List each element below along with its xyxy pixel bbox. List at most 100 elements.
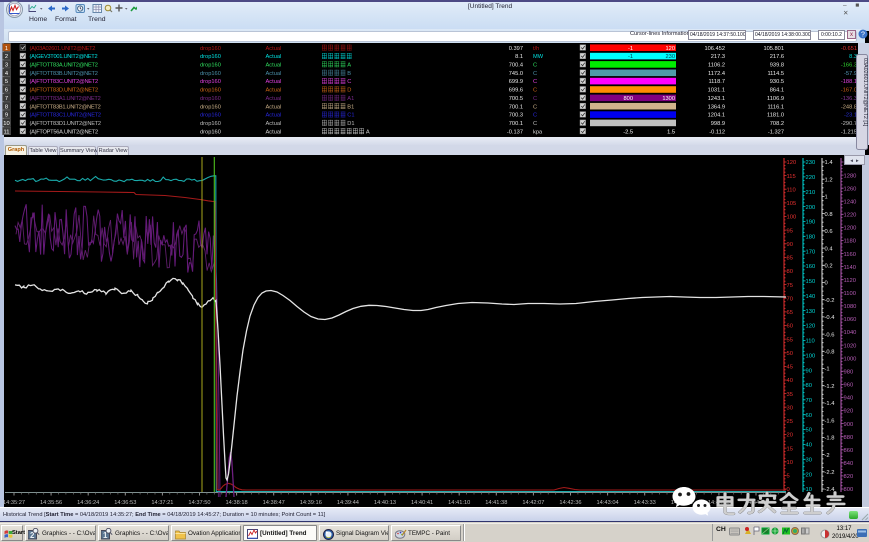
svg-text:drop160: drop160: [200, 63, 221, 69]
svg-text:1120: 1120: [844, 278, 856, 284]
svg-text:700.5: 700.5: [509, 96, 523, 102]
svg-text:(A)FTOTT83D.UNIT2@NET2: (A)FTOTT83D.UNIT2@NET2: [30, 88, 99, 94]
svg-text:10: 10: [3, 121, 9, 127]
svg-text:3: 3: [5, 63, 8, 69]
svg-text:-0.4: -0.4: [825, 315, 836, 321]
svg-text:drop160: drop160: [200, 79, 221, 85]
svg-text:150: 150: [806, 279, 816, 285]
svg-text:1: 1: [825, 195, 828, 201]
svg-text:-1.215: -1.215: [841, 129, 857, 135]
svg-text:60: 60: [787, 324, 793, 330]
svg-text:7: 7: [5, 96, 8, 102]
svg-text:70: 70: [787, 296, 793, 302]
svg-text:860: 860: [844, 448, 854, 454]
svg-text:14:40:41: 14:40:41: [411, 500, 433, 506]
svg-text:115: 115: [787, 174, 796, 180]
svg-text:drop160: drop160: [200, 113, 221, 119]
svg-text:900: 900: [844, 422, 854, 428]
svg-text:-1.8: -1.8: [825, 436, 835, 442]
svg-text:1106.2: 1106.2: [708, 63, 725, 69]
svg-text:80: 80: [806, 383, 812, 389]
svg-text:11: 11: [3, 129, 9, 135]
svg-text:C1: C1: [347, 113, 354, 119]
svg-text:1.2: 1.2: [825, 177, 833, 183]
svg-text:1: 1: [5, 46, 8, 52]
svg-text:D1: D1: [347, 121, 354, 127]
svg-text:14:40:13: 14:40:13: [374, 500, 396, 506]
svg-text:drop160: drop160: [200, 121, 221, 127]
svg-text:1181.0: 1181.0: [767, 113, 784, 119]
svg-text:1140: 1140: [844, 265, 856, 271]
svg-text:(A)FTOPT56A.UNIT2@NET2: (A)FTOPT56A.UNIT2@NET2: [30, 129, 99, 135]
svg-text:Actual: Actual: [266, 104, 282, 110]
svg-text:14:35:56: 14:35:56: [40, 500, 62, 506]
svg-text:5: 5: [5, 79, 8, 85]
svg-text:745.0: 745.0: [509, 71, 523, 77]
svg-text:-1.4: -1.4: [825, 401, 836, 407]
svg-text:1280: 1280: [844, 173, 857, 179]
svg-text:14:38:47: 14:38:47: [263, 500, 285, 506]
svg-text:1240: 1240: [844, 199, 857, 205]
svg-text:drop160: drop160: [200, 46, 221, 52]
svg-text:-0.8: -0.8: [825, 350, 835, 356]
svg-text:0.6: 0.6: [825, 229, 833, 235]
svg-text:217.3: 217.3: [711, 54, 725, 60]
svg-text:14:39:16: 14:39:16: [300, 500, 322, 506]
svg-text:-0.6: -0.6: [825, 332, 835, 338]
svg-text:90: 90: [787, 242, 793, 248]
svg-text:14:41:10: 14:41:10: [448, 500, 470, 506]
svg-text:1260: 1260: [844, 186, 857, 192]
svg-text:-167.0: -167.0: [841, 88, 857, 94]
svg-text:100: 100: [787, 215, 797, 221]
svg-text:80: 80: [787, 269, 793, 275]
svg-text:t/h: t/h: [533, 46, 539, 52]
svg-text:1060: 1060: [844, 317, 857, 323]
svg-text:C: C: [533, 63, 537, 69]
svg-text:939.8: 939.8: [770, 63, 784, 69]
svg-text:Actual: Actual: [266, 113, 282, 119]
svg-text:1300: 1300: [662, 96, 675, 102]
svg-text:1364.9: 1364.9: [708, 104, 725, 110]
svg-text:D: D: [347, 88, 351, 94]
svg-text:998.9: 998.9: [711, 121, 725, 127]
svg-text:140: 140: [806, 294, 816, 300]
svg-text:C: C: [347, 79, 351, 85]
svg-text:699.9: 699.9: [509, 79, 523, 85]
svg-text:820: 820: [844, 474, 854, 480]
svg-text:1204.1: 1204.1: [708, 113, 725, 119]
svg-text:1031.1: 1031.1: [708, 88, 725, 94]
svg-text:75: 75: [787, 283, 793, 289]
svg-text:(A)03A02601.UNIT2@NET2: (A)03A02601.UNIT2@NET2: [30, 46, 96, 52]
svg-text:14:41:38: 14:41:38: [485, 500, 507, 506]
svg-text:95: 95: [787, 228, 793, 234]
svg-text:105: 105: [787, 201, 797, 207]
svg-text:-1.327: -1.327: [768, 129, 784, 135]
svg-text:1200: 1200: [844, 226, 857, 232]
svg-text:210: 210: [806, 190, 816, 196]
svg-text:230: 230: [806, 160, 816, 166]
svg-text:-248.8: -248.8: [841, 104, 857, 110]
svg-text:-0.137: -0.137: [507, 129, 523, 135]
svg-text:C: C: [533, 79, 537, 85]
svg-text:190: 190: [806, 220, 816, 226]
svg-text:(A)FTOTT83A.UNIT2@NET2: (A)FTOTT83A.UNIT2@NET2: [30, 63, 98, 69]
svg-text:Actual: Actual: [266, 129, 282, 135]
svg-text:217.6: 217.6: [770, 54, 784, 60]
svg-text:170: 170: [806, 249, 816, 255]
svg-text:0.397: 0.397: [509, 46, 523, 52]
svg-text:1100: 1100: [844, 291, 856, 297]
svg-text:1243.1: 1243.1: [708, 96, 725, 102]
svg-text:930.5: 930.5: [770, 79, 784, 85]
svg-text:880: 880: [844, 435, 854, 441]
svg-text:85: 85: [787, 256, 793, 262]
svg-text:9: 9: [5, 113, 8, 119]
svg-text:(A)FTOTT83A1.UNIT2@NET2: (A)FTOTT83A1.UNIT2@NET2: [30, 96, 101, 102]
svg-text:0.4: 0.4: [825, 246, 834, 252]
svg-text:120: 120: [806, 324, 816, 330]
svg-text:40: 40: [787, 378, 793, 384]
svg-text:drop160: drop160: [200, 96, 221, 102]
svg-text:-136.3: -136.3: [841, 96, 857, 102]
svg-text:C: C: [533, 121, 537, 127]
svg-text:30: 30: [806, 458, 812, 464]
svg-text:14:39:44: 14:39:44: [337, 500, 359, 506]
